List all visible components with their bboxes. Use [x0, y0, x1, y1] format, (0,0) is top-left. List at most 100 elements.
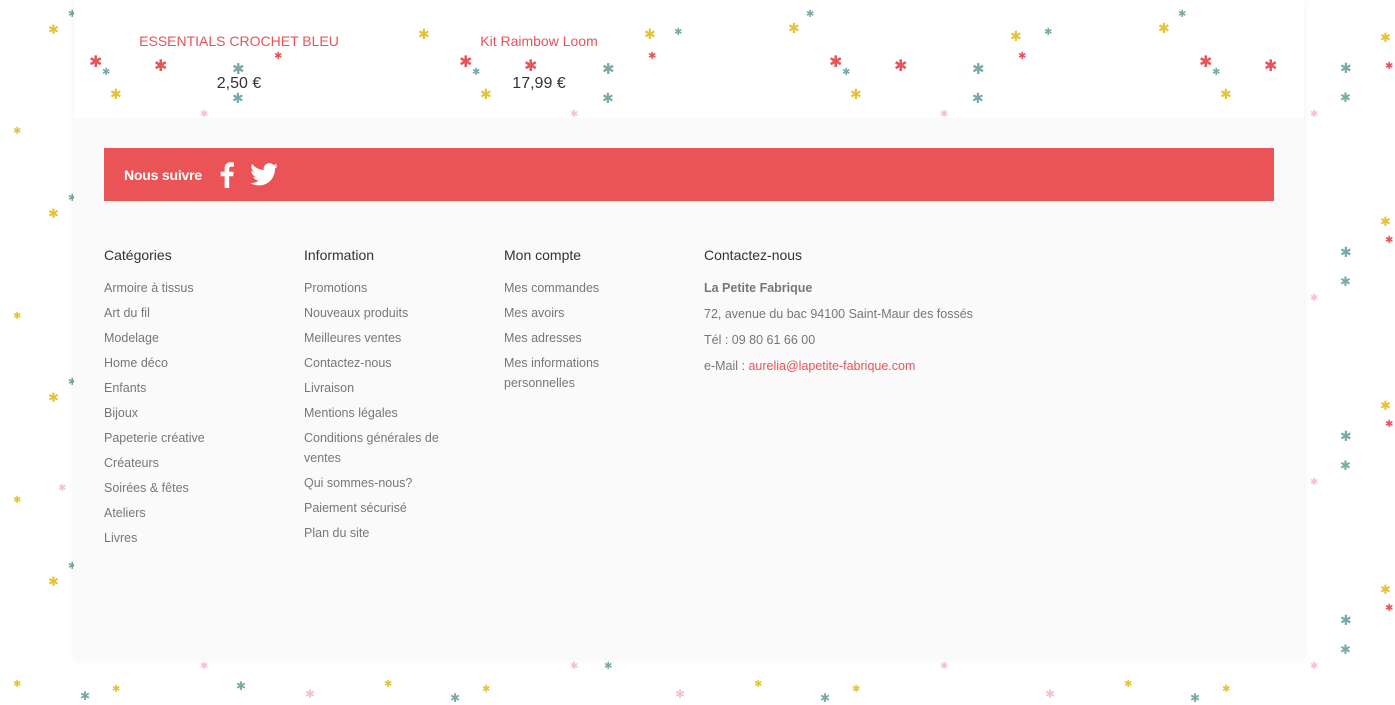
product-name-link[interactable]: ESSENTIALS CROCHET BLEU	[130, 33, 348, 49]
star-decoration-icon: ✱	[1380, 399, 1391, 414]
account-heading: Mon compte	[504, 247, 582, 263]
star-decoration-icon: ✱	[1385, 61, 1394, 72]
information-link[interactable]: Mentions légales	[304, 406, 398, 420]
star-decoration-icon: ✱	[829, 52, 843, 71]
category-link[interactable]: Bijoux	[104, 406, 138, 420]
star-decoration-icon: ✱	[852, 684, 861, 695]
star-decoration-icon: ✱	[482, 684, 491, 695]
star-decoration-icon: ✱	[200, 109, 209, 119]
star-decoration-icon: ✱	[13, 495, 22, 506]
star-decoration-icon: ✱	[1340, 613, 1352, 629]
star-decoration-icon: ✱	[1340, 245, 1352, 261]
star-decoration-icon: ✱	[232, 91, 244, 107]
star-decoration-icon: ✱	[674, 27, 683, 38]
information-link[interactable]: Qui sommes-nous?	[304, 476, 412, 490]
star-decoration-icon: ✱	[1310, 109, 1319, 120]
information-link[interactable]: Nouveaux produits	[304, 306, 408, 320]
footer-information-column: Information Promotions Nouveaux produits…	[304, 247, 464, 548]
star-decoration-icon: ✱	[1310, 661, 1319, 672]
star-decoration-icon: ✱	[842, 67, 851, 78]
star-decoration-icon: ✱	[1178, 9, 1187, 20]
contact-heading: Contactez-nous	[704, 247, 803, 263]
account-link[interactable]: Mes commandes	[504, 281, 599, 295]
category-link[interactable]: Home déco	[104, 356, 168, 370]
star-decoration-icon: ✱	[1010, 29, 1022, 45]
follow-label: Nous suivre	[124, 166, 202, 183]
product-card[interactable]: ESSENTIALS CROCHET BLEU 2,50 €	[130, 33, 348, 93]
star-decoration-icon: ✱	[1340, 643, 1351, 658]
social-follow-bar: Nous suivre	[104, 148, 1274, 201]
star-decoration-icon: ✱	[1264, 56, 1278, 75]
category-link[interactable]: Armoire à tissus	[104, 281, 194, 295]
star-decoration-icon: ✱	[940, 661, 949, 672]
star-decoration-icon: ✱	[1340, 459, 1351, 474]
star-decoration-icon: ✱	[110, 87, 122, 103]
star-decoration-icon: ✱	[1340, 61, 1352, 77]
account-link[interactable]: Mes adresses	[504, 331, 582, 345]
account-link[interactable]: Mes avoirs	[504, 306, 564, 320]
information-heading: Information	[304, 247, 375, 263]
information-link[interactable]: Contactez-nous	[304, 356, 392, 370]
category-link[interactable]: Livres	[104, 531, 137, 545]
category-link[interactable]: Modelage	[104, 331, 159, 345]
star-decoration-icon: ✱	[754, 679, 763, 690]
information-link[interactable]: Promotions	[304, 281, 367, 295]
star-decoration-icon: ✱	[972, 91, 984, 107]
star-decoration-icon: ✱	[570, 109, 579, 119]
star-decoration-icon: ✱	[1310, 293, 1319, 304]
category-link[interactable]: Soirées & fêtes	[104, 481, 189, 495]
product-card[interactable]: Kit Raimbow Loom 17,99 €	[474, 33, 604, 93]
star-decoration-icon: ✱	[602, 91, 614, 107]
star-decoration-icon: ✱	[80, 689, 91, 703]
star-decoration-icon: ✱	[806, 9, 815, 20]
footer-categories-column: Catégories Armoire à tissus Art du fil M…	[104, 247, 284, 553]
information-link[interactable]: Meilleures ventes	[304, 331, 401, 345]
star-decoration-icon: ✱	[58, 483, 67, 494]
footer-contact-column: Contactez-nous La Petite Fabrique 72, av…	[704, 247, 1024, 382]
star-decoration-icon: ✱	[1380, 31, 1391, 46]
star-decoration-icon: ✱	[940, 109, 949, 119]
star-decoration-icon: ✱	[48, 23, 59, 38]
star-decoration-icon: ✱	[112, 684, 121, 695]
category-link[interactable]: Enfants	[104, 381, 146, 395]
star-decoration-icon: ✱	[675, 687, 686, 701]
star-decoration-icon: ✱	[1018, 51, 1027, 62]
twitter-icon[interactable]	[250, 163, 278, 186]
star-decoration-icon: ✱	[48, 207, 59, 222]
star-decoration-icon: ✱	[1190, 691, 1201, 705]
star-decoration-icon: ✱	[459, 52, 473, 71]
product-strip: ✱ ✱ ✱ ✱ ✱ ✱ ✱ ✱ ✱ ✱ ✱ ✱ ✱ ✱ ✱ ✱ ✱ ✱ ✱ ✱ ✱ ✱ ✱ ✱ ✱ ✱ ✱ ✱ ✱ ✱ ✱ ✱ ✱ ✱ ✱ ✱ ✱ ES…	[74, 0, 1304, 118]
star-decoration-icon: ✱	[89, 52, 103, 71]
star-decoration-icon: ✱	[1222, 684, 1231, 695]
star-decoration-icon: ✱	[972, 60, 985, 78]
star-decoration-icon: ✱	[1212, 67, 1221, 78]
product-name-link[interactable]: Kit Raimbow Loom	[474, 33, 604, 49]
page-container: ✱ ✱ ✱ ✱ ✱ ✱ ✱ ✱ ✱ ✱ ✱ ✱ ✱ ✱ ✱ ✱ ✱ ✱ ✱ ✱ ✱ ✱ ✱ ✱ ✱ ✱ ✱ ✱ ✱ ✱ ✱ ✱ ✱ ✱ ✱ ✱ ✱ ES…	[74, 0, 1304, 658]
star-decoration-icon: ✱	[102, 67, 111, 78]
star-decoration-icon: ✱	[1340, 275, 1351, 290]
category-link[interactable]: Papeterie créative	[104, 431, 205, 445]
star-decoration-icon: ✱	[1385, 419, 1394, 430]
information-link[interactable]: Livraison	[304, 381, 354, 395]
account-link[interactable]: Mes informations personnelles	[504, 356, 599, 390]
star-decoration-icon: ✱	[1380, 215, 1391, 230]
star-decoration-icon: ✱	[1310, 477, 1319, 488]
star-decoration-icon: ✱	[1385, 603, 1394, 614]
information-link[interactable]: Plan du site	[304, 526, 369, 540]
star-decoration-icon: ✱	[570, 661, 579, 672]
category-link[interactable]: Ateliers	[104, 506, 146, 520]
star-decoration-icon: ✱	[1220, 87, 1232, 103]
information-link[interactable]: Paiement sécurisé	[304, 501, 407, 515]
email-link[interactable]: aurelia@lapetite-fabrique.com	[748, 359, 915, 373]
company-address: 72, avenue du bac 94100 Saint-Maur des f…	[704, 307, 973, 321]
star-decoration-icon: ✱	[13, 679, 22, 690]
category-link[interactable]: Art du fil	[104, 306, 150, 320]
product-price: 2,50 €	[216, 75, 262, 92]
information-link[interactable]: Conditions générales de ventes	[304, 431, 439, 465]
star-decoration-icon: ✱	[48, 575, 59, 590]
facebook-icon[interactable]	[220, 161, 234, 188]
footer-account-column: Mon compte Mes commandes Mes avoirs Mes …	[504, 247, 654, 398]
star-decoration-icon: ✱	[305, 687, 316, 701]
category-link[interactable]: Créateurs	[104, 456, 159, 470]
star-decoration-icon: ✱	[1158, 21, 1170, 37]
